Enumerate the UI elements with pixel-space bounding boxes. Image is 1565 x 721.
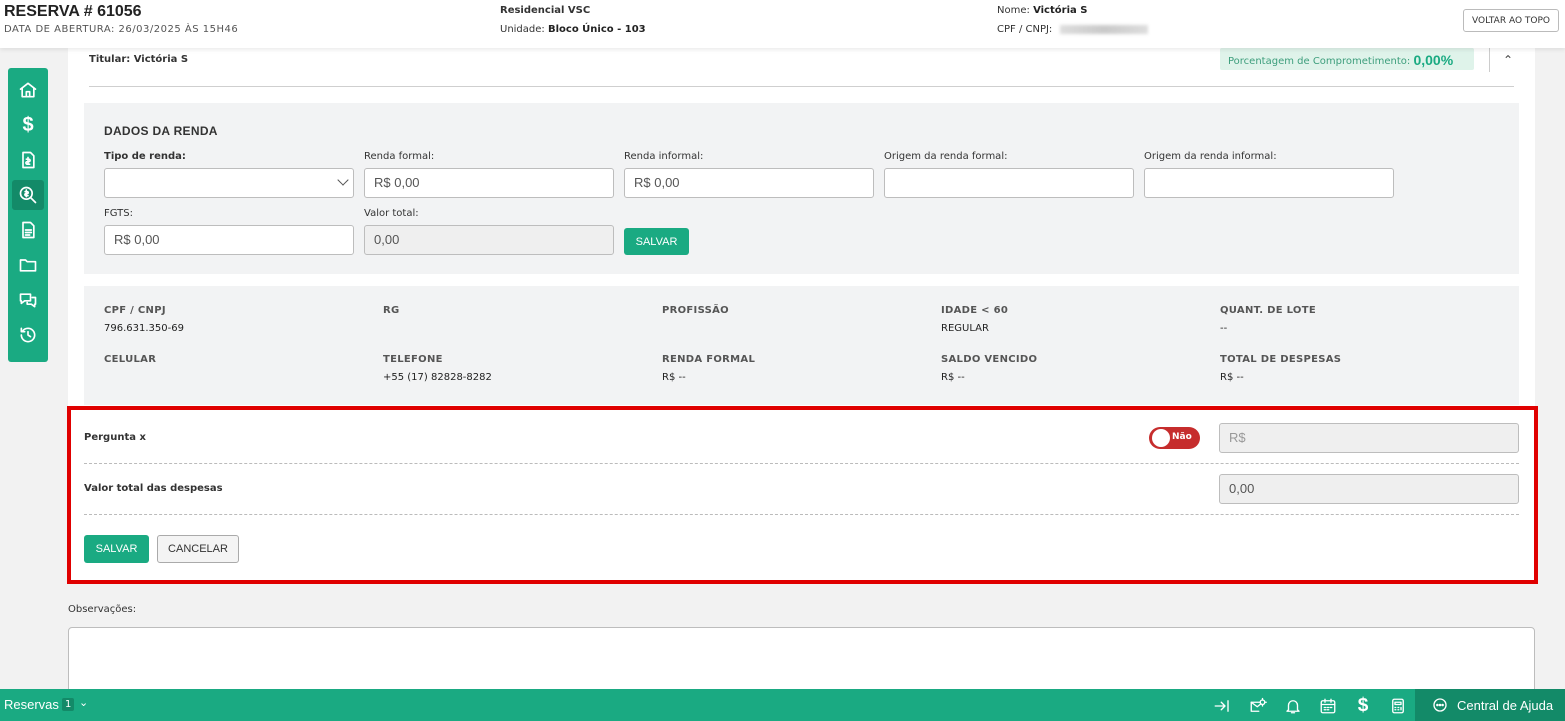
lot-quantity-label: QUANT. DE LOTE	[1220, 305, 1316, 316]
folder-icon	[19, 259, 37, 272]
save-income-button[interactable]: SALVAR	[624, 228, 689, 255]
reservation-title: RESERVA # 61056	[4, 3, 142, 20]
formal-origin-label: Origem da renda formal:	[884, 151, 1008, 162]
nav-documents[interactable]	[12, 215, 44, 245]
informal-income-label: Renda informal:	[624, 151, 704, 162]
nav-messages[interactable]	[12, 285, 44, 315]
nav-financial[interactable]: $	[12, 110, 44, 140]
opening-date: DATA DE ABERTURA: 26/03/2025 ÀS 15H46	[4, 24, 239, 35]
collapse-chevron-icon[interactable]: ⌃	[1503, 53, 1513, 67]
cpf-info-value: 796.631.350-69	[104, 323, 184, 334]
divider	[1489, 48, 1490, 72]
age-label: IDADE < 60	[941, 305, 1009, 316]
bell-icon[interactable]	[1282, 695, 1304, 717]
expenses-total-field: 0,00	[1219, 474, 1519, 504]
commitment-value: 0,00%	[1413, 52, 1454, 68]
bottom-bar: Reservas 1 ⌄ $ Central de Ajuda	[0, 689, 1565, 721]
fgts-label: FGTS:	[104, 208, 133, 219]
help-center-label: Central de Ajuda	[1457, 697, 1554, 713]
total-expenses-label: TOTAL DE DESPESAS	[1220, 354, 1342, 365]
chevron-down-icon[interactable]: ⌄	[79, 696, 88, 709]
rg-label: RG	[383, 305, 400, 316]
name-label: Nome:	[997, 5, 1030, 16]
help-center-button[interactable]: Central de Ajuda	[1415, 689, 1565, 721]
total-value-label: Valor total:	[364, 208, 419, 219]
mobile-label: CELULAR	[104, 354, 157, 365]
unit-info: Unidade: Bloco Único - 103	[500, 24, 646, 35]
total-value-field: 0,00	[364, 225, 614, 255]
question-toggle[interactable]: Não	[1149, 427, 1200, 449]
nav-analysis[interactable]	[12, 180, 44, 210]
chat-bubble-icon	[1433, 698, 1447, 712]
dashed-divider	[84, 514, 1519, 515]
client-cpf: CPF / CNPJ:	[997, 24, 1148, 35]
age-value: REGULAR	[941, 323, 989, 334]
divider	[89, 86, 1514, 87]
dollar-icon[interactable]: $	[1352, 695, 1374, 717]
client-info-section	[84, 286, 1519, 405]
back-to-top-button[interactable]: VOLTAR AO TOPO	[1463, 9, 1559, 32]
project-name: Residencial VSC	[500, 5, 591, 16]
expenses-total-label: Valor total das despesas	[84, 483, 223, 494]
informal-income-input[interactable]: R$ 0,00	[624, 168, 874, 198]
reservations-tab-label[interactable]: Reservas	[4, 697, 59, 712]
overdue-balance-value: R$ --	[941, 372, 965, 383]
chat-icon	[19, 293, 37, 308]
toggle-knob	[1152, 429, 1170, 447]
collapse-right-icon[interactable]	[1211, 695, 1233, 717]
formal-income-info-label: RENDA FORMAL	[662, 354, 756, 365]
total-expenses-value: R$ --	[1220, 372, 1244, 383]
phone-label: TELEFONE	[383, 354, 443, 365]
commitment-label: Porcentagem de Comprometimento:	[1228, 56, 1411, 67]
formal-origin-input[interactable]	[884, 168, 1134, 198]
commitment-badge: Porcentagem de Comprometimento: 0,00%	[1220, 48, 1474, 70]
calculator-icon[interactable]	[1387, 695, 1409, 717]
formal-income-info-value: R$ --	[662, 372, 686, 383]
dashed-divider	[84, 463, 1519, 464]
dollar-icon: $	[22, 113, 34, 136]
chevron-down-icon	[337, 174, 349, 186]
holder-name: Titular: Victória S	[89, 54, 189, 65]
cpf-info-label: CPF / CNPJ	[104, 305, 166, 316]
lot-quantity-value: --	[1220, 323, 1228, 334]
name-value: Victória S	[1033, 5, 1088, 16]
document-icon	[22, 221, 35, 239]
save-expenses-button[interactable]: SALVAR	[84, 535, 149, 563]
fgts-input[interactable]: R$ 0,00	[104, 225, 354, 255]
profession-label: PROFISSÃO	[662, 305, 729, 316]
side-navigation: $	[8, 68, 48, 362]
calendar-icon[interactable]	[1317, 695, 1339, 717]
analysis-icon	[19, 186, 37, 204]
informal-origin-input[interactable]	[1144, 168, 1394, 198]
formal-income-label: Renda formal:	[364, 151, 435, 162]
home-icon	[19, 82, 37, 98]
mail-settings-icon[interactable]	[1247, 695, 1269, 717]
client-name: Nome: Victória S	[997, 5, 1087, 16]
invoice-icon	[22, 151, 35, 169]
income-type-select[interactable]	[104, 168, 354, 198]
income-type-label: Tipo de renda:	[104, 151, 186, 162]
nav-folders[interactable]	[12, 250, 44, 280]
cpf-label: CPF / CNPJ:	[997, 24, 1053, 35]
observations-label: Observações:	[68, 604, 137, 615]
history-icon	[20, 327, 36, 343]
unit-label: Unidade:	[500, 24, 545, 35]
nav-home[interactable]	[12, 75, 44, 105]
question-label: Pergunta x	[84, 432, 146, 443]
overdue-balance-label: SALDO VENCIDO	[941, 354, 1038, 365]
reservations-count-badge: 1	[62, 698, 75, 711]
cpf-redacted	[1059, 24, 1148, 34]
cancel-button[interactable]: CANCELAR	[157, 535, 239, 563]
question-amount-input[interactable]: R$	[1219, 423, 1519, 453]
nav-history[interactable]	[12, 320, 44, 350]
nav-invoice[interactable]	[12, 145, 44, 175]
observations-textarea[interactable]	[68, 627, 1535, 697]
top-header: RESERVA # 61056 DATA DE ABERTURA: 26/03/…	[0, 0, 1565, 48]
formal-income-input[interactable]: R$ 0,00	[364, 168, 614, 198]
phone-value: +55 (17) 82828-8282	[383, 372, 492, 383]
informal-origin-label: Origem da renda informal:	[1144, 151, 1277, 162]
income-section-title: DADOS DA RENDA	[104, 124, 218, 138]
unit-value: Bloco Único - 103	[547, 24, 646, 35]
toggle-text: Não	[1172, 432, 1192, 442]
